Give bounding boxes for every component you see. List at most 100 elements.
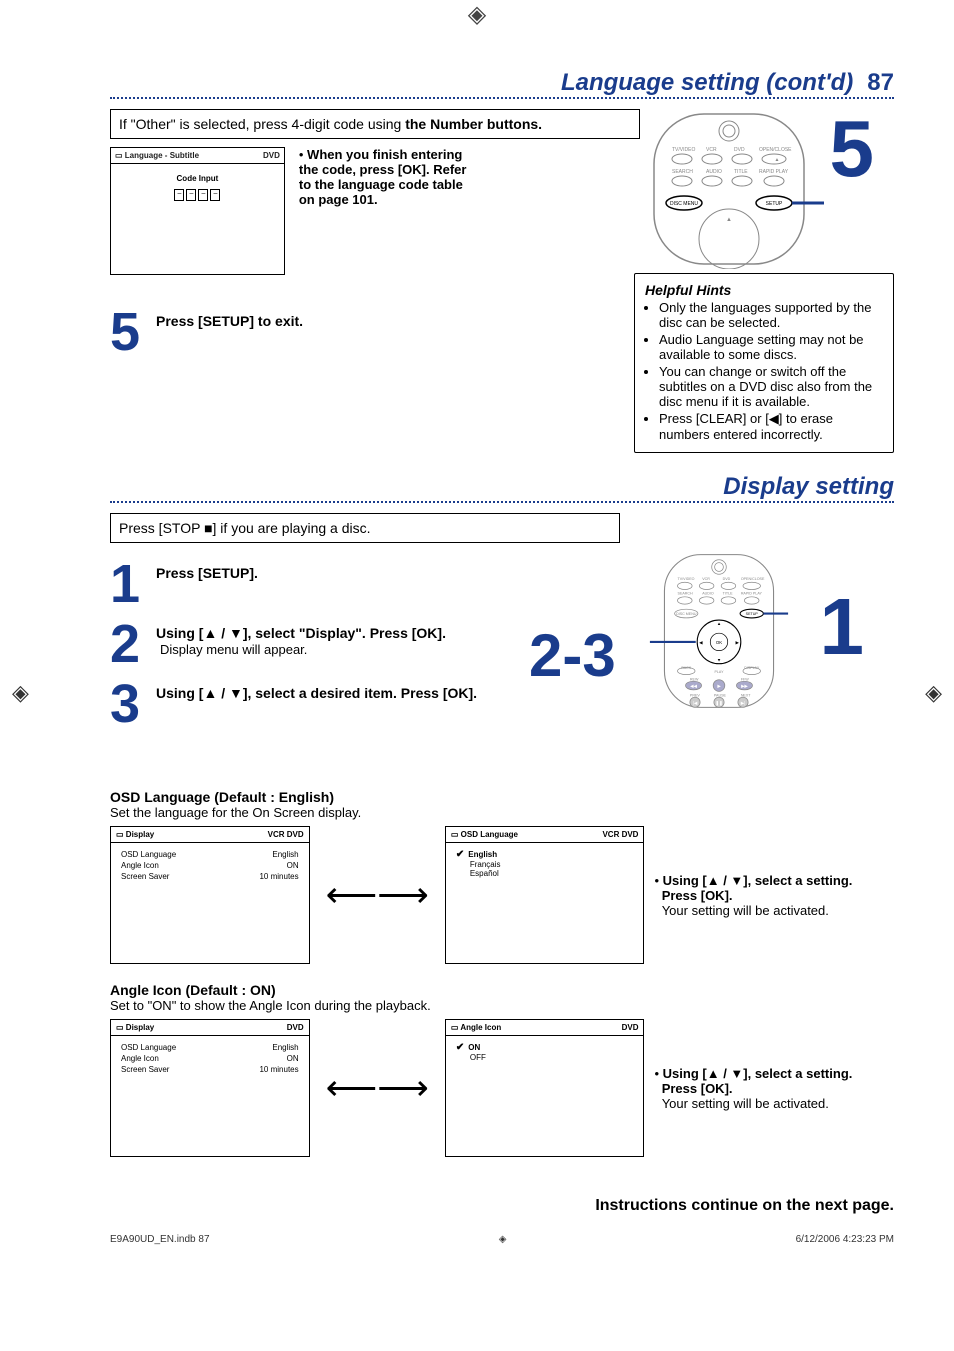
display-section-header: Display setting	[110, 473, 894, 503]
big-1-callout: 1	[820, 581, 865, 673]
big-5-callout: 5	[830, 103, 875, 195]
svg-text:SETUP: SETUP	[766, 201, 783, 207]
tvglyph-icon: ▭	[116, 1023, 124, 1032]
hint-item: You can change or switch off the subtitl…	[659, 364, 883, 409]
osd-setting-note: • Using [▲ / ▼], select a setting. Press…	[654, 873, 894, 918]
language-section-header: Language setting (cont'd) 87	[110, 69, 894, 99]
svg-text:RAPID PLAY: RAPID PLAY	[741, 592, 763, 596]
step1-number: 1	[110, 557, 156, 611]
remote-graphic-top: TV/VIDEO VCR DVD OPEN/CLOSE ▲ SEARCH AUD…	[634, 109, 824, 269]
table-row: OSD LanguageEnglish	[119, 1042, 301, 1053]
svg-text:TV/VIDEO: TV/VIDEO	[672, 147, 695, 153]
display-panel-a-angle: ▭ Display DVD OSD LanguageEnglish Angle …	[110, 1019, 310, 1157]
language-section-title: Language setting (cont'd)	[561, 69, 853, 97]
remote-graphic-display: TV/VIDEO VCR DVD OPEN/CLOSE SEARCH AUDIO…	[624, 551, 814, 771]
tvglyph-icon: ▭	[451, 830, 459, 839]
check-icon: ✔	[456, 849, 464, 860]
page-number: 87	[867, 69, 894, 97]
svg-text:▼: ▼	[717, 658, 721, 663]
lang-subtitle-panel-tag: DVD	[263, 151, 280, 160]
table-row: OSD LanguageEnglish	[119, 849, 301, 860]
svg-text:DISC MENU: DISC MENU	[670, 201, 698, 207]
svg-text:▶|: ▶|	[741, 700, 746, 705]
angle-icon-label: Angle Icon (Default : ON)	[110, 982, 894, 998]
svg-text:▲: ▲	[775, 157, 780, 163]
svg-text:|◀: |◀	[693, 700, 698, 705]
svg-text:DVD: DVD	[723, 577, 731, 581]
svg-text:▶▶: ▶▶	[741, 684, 748, 689]
svg-text:PAUSE: PAUSE	[714, 693, 727, 697]
svg-text:DISC MENU: DISC MENU	[676, 612, 697, 616]
code-input-boxes: – – – –	[174, 189, 220, 201]
svg-text:OPEN/CLOSE: OPEN/CLOSE	[759, 147, 792, 153]
svg-text:DISPLAY: DISPLAY	[744, 666, 760, 670]
helpful-hints-box: Helpful Hints Only the languages support…	[634, 273, 894, 453]
when-finish-note: • When you finish entering the code, pre…	[299, 147, 490, 207]
code-input-label: Code Input	[121, 174, 274, 183]
step1-text: Press [SETUP].	[156, 565, 258, 581]
display-settings-table: OSD LanguageEnglish Angle IconON Screen …	[119, 1042, 301, 1075]
svg-text:▲: ▲	[717, 621, 721, 626]
big-23-callout: 2-3	[529, 621, 616, 690]
svg-text:SEARCH: SEARCH	[672, 169, 693, 175]
hint-item: Audio Language setting may not be availa…	[659, 332, 883, 362]
list-item: Español	[454, 869, 636, 878]
step3-text: Using [▲ / ▼], select a desired item. Pr…	[156, 685, 477, 701]
helpful-hints-title: Helpful Hints	[645, 282, 883, 298]
svg-text:TV/VIDEO: TV/VIDEO	[678, 577, 695, 581]
stop-note: Press [STOP ■] if you are playing a disc…	[110, 513, 620, 543]
svg-text:AUDIO: AUDIO	[702, 592, 714, 596]
svg-text:RAPID PLAY: RAPID PLAY	[759, 169, 789, 175]
svg-text:PLAY: PLAY	[714, 670, 724, 674]
svg-text:VCR: VCR	[706, 147, 717, 153]
svg-text:TITLE: TITLE	[734, 169, 748, 175]
svg-text:◀◀: ◀◀	[690, 684, 697, 689]
table-row: Screen Saver10 minutes	[119, 871, 301, 882]
check-icon: ✔	[456, 1042, 464, 1053]
angle-icon-desc: Set to "ON" to show the Angle Icon durin…	[110, 998, 894, 1013]
footer-left: E9A90UD_EN.indb 87	[110, 1234, 210, 1245]
arrow-bidirectional: ⟵⟶	[326, 1067, 429, 1109]
svg-text:BACK: BACK	[681, 666, 691, 670]
svg-text:AUDIO: AUDIO	[706, 169, 722, 175]
other-code-note-text: If "Other" is selected, press 4-digit co…	[119, 116, 405, 132]
step2-sub: Display menu will appear.	[160, 642, 307, 657]
step5-text: Press [SETUP] to exit.	[156, 313, 303, 329]
osd-language-options-panel: ▭ OSD Language VCR DVD ✔English Français…	[445, 826, 645, 964]
other-code-note-bold: the Number buttons.	[405, 116, 542, 132]
angle-setting-note: • Using [▲ / ▼], select a setting. Press…	[654, 1066, 894, 1111]
continue-note: Instructions continue on the next page.	[110, 1197, 894, 1215]
display-panel-a-osd: ▭ Display VCR DVD OSD LanguageEnglish An…	[110, 826, 310, 964]
other-code-note: If "Other" is selected, press 4-digit co…	[110, 109, 640, 139]
list-item: ✔ON	[454, 1042, 636, 1053]
step3-number: 3	[110, 677, 156, 731]
svg-text:OK: OK	[716, 640, 722, 645]
step2-number: 2	[110, 617, 156, 671]
hint-item: Only the languages supported by the disc…	[659, 300, 883, 330]
svg-text:TITLE: TITLE	[723, 592, 733, 596]
language-subtitle-panel: ▭ Language - Subtitle DVD Code Input – –…	[110, 147, 285, 275]
svg-text:❚❚: ❚❚	[715, 700, 722, 705]
svg-text:SETUP: SETUP	[746, 612, 759, 616]
list-item: OFF	[454, 1053, 636, 1062]
svg-text:OPEN/CLOSE: OPEN/CLOSE	[741, 577, 765, 581]
tvglyph-icon: ▭	[115, 151, 123, 160]
list-item: Français	[454, 860, 636, 869]
display-section-title: Display setting	[723, 473, 894, 501]
tvglyph-icon: ▭	[451, 1023, 459, 1032]
osd-language-label: OSD Language (Default : English)	[110, 789, 894, 805]
arrow-bidirectional: ⟵⟶	[326, 874, 429, 916]
osd-language-desc: Set the language for the On Screen displ…	[110, 805, 894, 820]
table-row: Screen Saver10 minutes	[119, 1064, 301, 1075]
svg-text:▲: ▲	[726, 217, 732, 223]
step2-text: Using [▲ / ▼], select "Display". Press […	[156, 625, 446, 641]
footer-right: 6/12/2006 4:23:23 PM	[796, 1234, 894, 1245]
table-row: Angle IconON	[119, 860, 301, 871]
lang-subtitle-panel-title: ▭ Language - Subtitle	[115, 151, 199, 160]
svg-text:DVD: DVD	[734, 147, 745, 153]
svg-text:VCR: VCR	[702, 577, 710, 581]
svg-text:◀: ◀	[699, 640, 703, 645]
bullet-icon: •	[299, 147, 304, 162]
svg-text:▶: ▶	[736, 640, 740, 645]
table-row: Angle IconON	[119, 1053, 301, 1064]
